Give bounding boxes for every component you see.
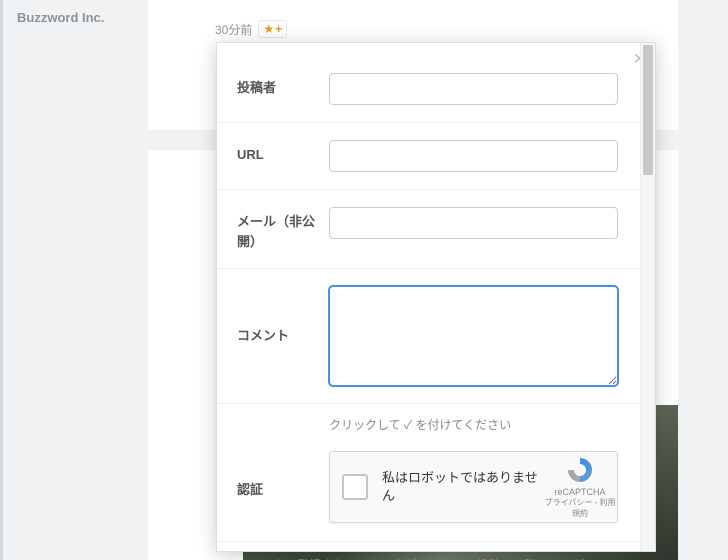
- author-row: 投稿者: [217, 43, 640, 123]
- sidebar-title[interactable]: Buzzword Inc.: [17, 10, 148, 25]
- sidebar: Buzzword Inc.: [0, 0, 148, 560]
- captcha-hint: クリックして ✓ を付けてください: [217, 404, 640, 445]
- recaptcha-checkbox[interactable]: [342, 474, 368, 500]
- star-icon: ★: [263, 22, 274, 36]
- scrollbar-thumb[interactable]: [643, 45, 653, 175]
- star-add-button[interactable]: ★+: [258, 20, 287, 38]
- recaptcha-branding: reCAPTCHA プライバシー - 利用規約: [543, 455, 617, 519]
- author-label: 投稿者: [237, 73, 329, 98]
- comment-label: コメント: [237, 326, 329, 346]
- recaptcha-links[interactable]: プライバシー - 利用規約: [543, 498, 617, 519]
- auth-row: 認証 私はロボットではありません reCAPTCHA プライバシー - 利用規約: [217, 445, 640, 542]
- url-label: URL: [237, 140, 329, 165]
- email-row: メール（非公開）: [217, 190, 640, 269]
- post-meta-row: 30分前 ★+: [215, 20, 287, 38]
- recaptcha-widget: 私はロボットではありません reCAPTCHA プライバシー - 利用規約: [329, 451, 618, 523]
- comment-row: コメント: [217, 269, 640, 404]
- modal-scrollbar[interactable]: [640, 43, 655, 551]
- author-input[interactable]: [329, 73, 618, 105]
- comment-modal: × 投稿者 URL メール（非公開） コメント クリックして ✓ を付けてくださ…: [216, 42, 656, 552]
- url-input[interactable]: [329, 140, 618, 172]
- email-label: メール（非公開）: [237, 207, 329, 251]
- plus-icon: +: [275, 22, 282, 36]
- recaptcha-logo-icon: [565, 455, 595, 485]
- recaptcha-text: 私はロボットではありません: [382, 469, 543, 505]
- timestamp: 30分前: [215, 21, 252, 38]
- email-input[interactable]: [329, 207, 618, 239]
- comment-textarea[interactable]: [329, 286, 618, 386]
- auth-label: 認証: [237, 475, 329, 500]
- footer-note: ※はてなに登録されていない方がコメントを投稿する際には、ゲ: [217, 542, 640, 560]
- url-row: URL: [217, 123, 640, 190]
- recaptcha-brand: reCAPTCHA: [543, 487, 617, 499]
